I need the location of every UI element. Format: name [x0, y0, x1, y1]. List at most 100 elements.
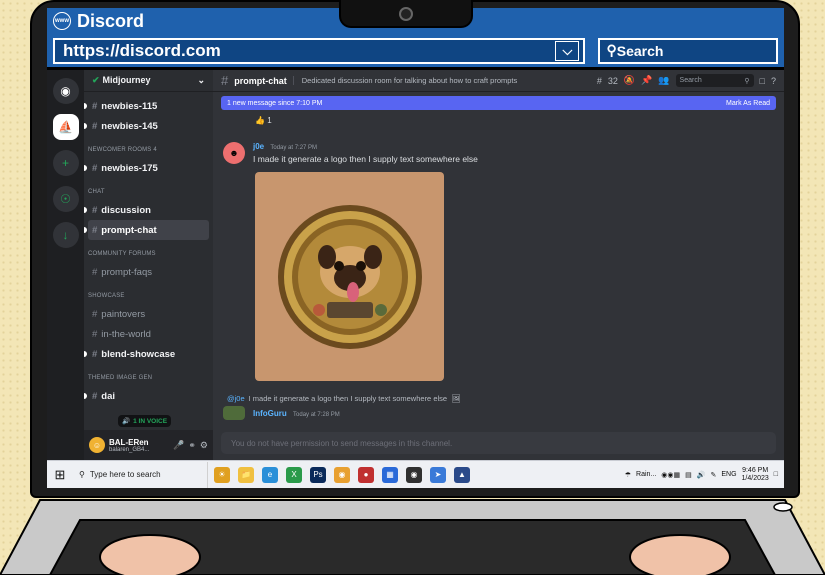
message-author[interactable]: j0e [253, 142, 264, 151]
mute-bell-icon[interactable]: 🔕 [624, 75, 635, 86]
chevron-down-icon[interactable]: ⌵ [555, 40, 580, 61]
channel-label: prompt-chat [101, 224, 157, 236]
message-input[interactable]: You do not have permission to send messa… [221, 432, 776, 454]
explore-compass-icon[interactable]: ☉ [52, 186, 79, 212]
members-icon[interactable]: 👥 [658, 75, 669, 86]
attachment-image[interactable] [255, 172, 444, 381]
notification-icon[interactable]: □ [774, 471, 778, 478]
edge-icon[interactable]: e [262, 466, 278, 483]
file-explorer-icon[interactable]: 📁 [238, 466, 254, 483]
chevron-down-icon: ⌄ [197, 75, 205, 85]
channel-item[interactable]: # discussion [84, 200, 209, 220]
chat-area: # prompt-chat Dedicated discussion room … [213, 70, 784, 460]
weather-text[interactable]: Rain... [636, 471, 656, 478]
taskbar-search-placeholder: Type here to search [89, 470, 161, 479]
pug-coin-logo-image [277, 204, 422, 349]
unread-indicator [84, 165, 87, 171]
channel-label: newbies-175 [101, 162, 158, 174]
channel-label: prompt-faqs [101, 266, 152, 278]
channel-label: in-the-world [101, 328, 151, 340]
chrome-icon[interactable]: ◉ [334, 466, 350, 483]
channel-search-input[interactable]: Search ⚲ [675, 74, 754, 87]
browser-search-input[interactable]: ⚲ Search [598, 37, 778, 64]
channel-label: discussion [101, 204, 151, 216]
channel-item[interactable]: # newbies-175 [84, 158, 209, 178]
unread-indicator [84, 351, 87, 357]
discord-app: ◉ ⛵ + ☉ ↓ ✔ Midjourney ⌄ # newbies-115 # new… [47, 70, 784, 460]
taskbar-search-input[interactable]: ⚲ Type here to search [73, 461, 208, 488]
new-messages-bar[interactable]: 1 new message since 7:10 PM Mark As Read [221, 96, 776, 110]
reply-mention[interactable]: @j0e [227, 394, 245, 403]
channel-item[interactable]: # paintovers [88, 304, 209, 324]
channel-item[interactable]: # prompt-faqs [88, 262, 209, 282]
voice-badge[interactable]: 🔊 1 IN VOICE [118, 415, 172, 427]
midjourney-server-icon[interactable]: ⛵ [52, 114, 79, 140]
gear-icon[interactable]: ⚙ [200, 440, 208, 451]
add-server-icon[interactable]: + [52, 150, 79, 176]
channel-item[interactable]: # newbies-115 [84, 96, 209, 116]
download-icon[interactable]: ↓ [52, 222, 79, 248]
hashtag-icon: # [92, 224, 98, 236]
reply-quoted-text: I made it generate a logo then I supply … [248, 394, 448, 403]
address-bar[interactable]: https://discord.com ⌵ [53, 37, 586, 64]
photoshop-icon[interactable]: Ps [310, 466, 326, 483]
search-icon: ⚲ [744, 77, 750, 85]
language-indicator[interactable]: ENG [721, 471, 736, 478]
help-icon[interactable]: ? [771, 76, 776, 86]
mark-as-read-button[interactable]: Mark As Read [726, 100, 770, 107]
channel-item[interactable]: # newbies-145 [84, 116, 209, 136]
channel-item[interactable]: # blend-showcase [84, 344, 209, 364]
volume-icon[interactable]: 🔊 [697, 471, 706, 479]
channel-category[interactable]: THEMED IMAGE GEN [88, 370, 209, 386]
inbox-icon[interactable]: □ [760, 76, 765, 86]
avatar[interactable] [223, 406, 245, 420]
avatar[interactable]: ☻ [223, 142, 245, 164]
app-icon[interactable]: ● [358, 466, 374, 483]
channel-category[interactable]: SHOWCASE [88, 288, 209, 304]
system-tray: ☂ Rain... ◉◉▦ ▤ 🔊 ✎ ENG 9:46 PM 1/4/2023… [625, 467, 784, 483]
reply-preview[interactable]: @j0e I made it generate a logo then I su… [227, 394, 461, 403]
message-author[interactable]: InfoGuru [253, 409, 287, 418]
channel-sidebar: ✔ Midjourney ⌄ # newbies-115 # newbies-145 NE… [84, 70, 213, 460]
hashtag-icon: # [92, 308, 98, 320]
hashtag-icon: # [92, 348, 98, 360]
hashtag-icon: # [92, 328, 98, 340]
discord-home-icon[interactable]: ◉ [52, 78, 79, 104]
username: BAL-ERen [109, 437, 149, 447]
network-icon[interactable]: ▤ [685, 471, 692, 479]
channel-item[interactable]: # in-the-world [88, 324, 209, 344]
spreadsheet-icon[interactable]: X [286, 466, 302, 483]
channel-title: prompt-chat [234, 75, 287, 86]
channel-search-placeholder: Search [679, 77, 702, 84]
headphones-icon[interactable]: ⚭ [188, 440, 196, 451]
windows-start-icon[interactable]: ⊞ [47, 467, 73, 483]
tray-apps-icon[interactable]: ◉◉▦ [661, 471, 680, 479]
mute-icon[interactable]: 🎤 [173, 440, 184, 451]
globe-icon: www [53, 12, 71, 30]
user-tag: balaren_GB4... [109, 446, 150, 453]
photos-icon[interactable]: ▲ [454, 466, 470, 483]
server-header[interactable]: ✔ Midjourney ⌄ [84, 70, 213, 92]
avatar[interactable]: ☺ [89, 437, 105, 453]
url-text: https://discord.com [63, 40, 221, 60]
channel-category[interactable]: CHAT [88, 184, 209, 200]
channel-category[interactable]: NEWCOMER ROOMS 4 [88, 142, 209, 158]
telegram-icon[interactable]: ➤ [430, 466, 446, 483]
reaction-thumbs-up[interactable]: 👍 1 [255, 116, 272, 125]
pin-icon[interactable]: 📌 [641, 75, 652, 86]
channel-category[interactable]: COMMUNITY FORUMS [88, 246, 209, 262]
widgets-icon[interactable]: ☀ [214, 466, 230, 483]
channel-header: # prompt-chat Dedicated discussion room … [213, 70, 784, 92]
media-player-icon[interactable]: ◉ [406, 466, 422, 483]
pen-icon[interactable]: ✎ [710, 471, 716, 479]
channel-label: newbies-115 [101, 100, 158, 112]
clock-time: 9:46 PM [742, 466, 769, 474]
store-icon[interactable]: ▦ [382, 466, 398, 483]
channel-item[interactable]: # prompt-chat [84, 220, 209, 240]
clock[interactable]: 9:46 PM 1/4/2023 [742, 467, 769, 483]
hashtag-icon: # [221, 73, 229, 88]
unread-indicator [84, 103, 87, 109]
threads-icon[interactable]: # [597, 76, 602, 86]
channel-item[interactable]: # dai [84, 386, 209, 406]
threads-count: 32 [607, 75, 618, 86]
